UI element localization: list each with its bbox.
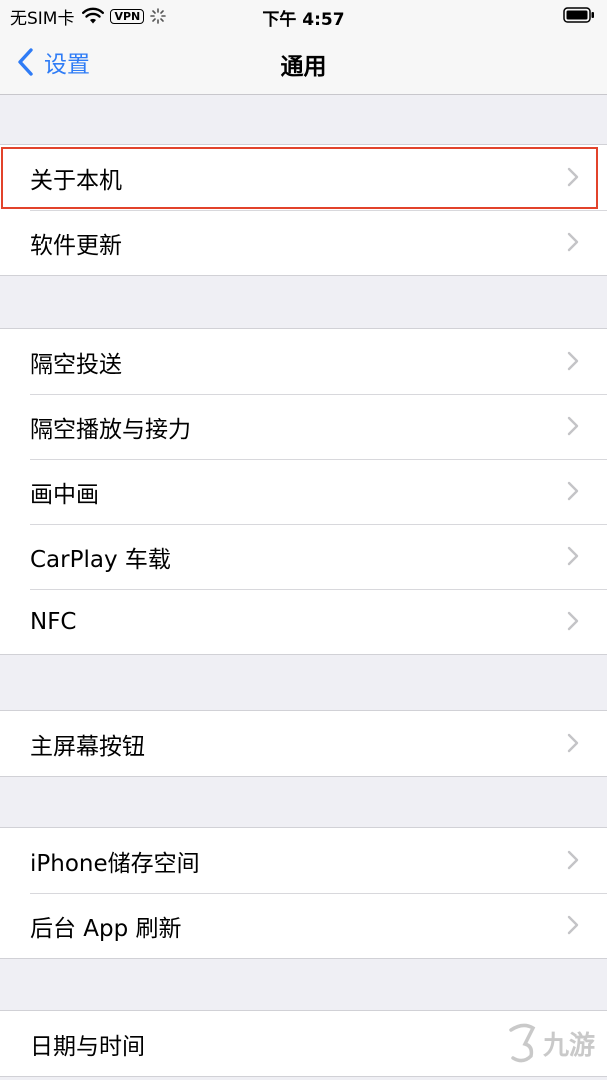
row-home-button[interactable]: 主屏幕按钮 xyxy=(0,711,607,776)
chevron-right-icon xyxy=(567,167,579,187)
row-about[interactable]: 关于本机 xyxy=(0,145,607,210)
chevron-right-icon xyxy=(567,351,579,371)
row-airplay-handoff[interactable]: 隔空播放与接力 xyxy=(0,394,607,459)
chevron-right-icon xyxy=(567,733,579,753)
row-label: 软件更新 xyxy=(30,232,122,259)
navigation-bar: 设置 通用 xyxy=(0,32,607,95)
group-home-button: 主屏幕按钮 xyxy=(0,710,607,777)
group-connectivity: 隔空投送 隔空播放与接力 画中画 CarPlay 车载 NFC xyxy=(0,328,607,655)
group-about: 关于本机 软件更新 xyxy=(0,144,607,276)
row-label: iPhone储存空间 xyxy=(30,850,200,877)
row-picture-in-picture[interactable]: 画中画 xyxy=(0,459,607,524)
row-iphone-storage[interactable]: iPhone储存空间 xyxy=(0,828,607,893)
status-bar: 无SIM卡 VPN 下午 4:57 xyxy=(0,0,607,32)
row-label: CarPlay 车载 xyxy=(30,546,171,573)
chevron-right-icon xyxy=(567,481,579,501)
status-time: 下午 4:57 xyxy=(262,10,345,30)
watermark-text: 九游 xyxy=(542,1031,595,1061)
chevron-right-icon xyxy=(567,611,579,631)
chevron-right-icon xyxy=(567,850,579,870)
settings-general-screen: 无SIM卡 VPN 下午 4:57 设置 通用 关于本机 软件更新 隔空投送 隔… xyxy=(0,0,607,1080)
row-airdrop[interactable]: 隔空投送 xyxy=(0,329,607,394)
row-carplay[interactable]: CarPlay 车载 xyxy=(0,524,607,589)
group-storage: iPhone储存空间 后台 App 刷新 xyxy=(0,827,607,959)
page-title: 通用 xyxy=(280,54,327,80)
chevron-right-icon xyxy=(567,416,579,436)
row-label: NFC xyxy=(30,608,77,635)
chevron-right-icon xyxy=(567,915,579,935)
row-nfc[interactable]: NFC xyxy=(0,589,607,654)
row-label: 主屏幕按钮 xyxy=(30,733,145,760)
row-label: 隔空投送 xyxy=(30,351,122,378)
row-label: 关于本机 xyxy=(30,167,122,194)
chevron-right-icon xyxy=(567,232,579,252)
battery-icon xyxy=(563,7,594,23)
row-label: 日期与时间 xyxy=(30,1033,145,1060)
row-label: 隔空播放与接力 xyxy=(30,416,191,443)
row-label: 画中画 xyxy=(30,481,99,508)
row-label: 后台 App 刷新 xyxy=(30,915,182,942)
watermark-logo: 九游 xyxy=(509,1023,595,1063)
row-background-app-refresh[interactable]: 后台 App 刷新 xyxy=(0,893,607,958)
chevron-right-icon xyxy=(567,546,579,566)
row-software-update[interactable]: 软件更新 xyxy=(0,210,607,275)
